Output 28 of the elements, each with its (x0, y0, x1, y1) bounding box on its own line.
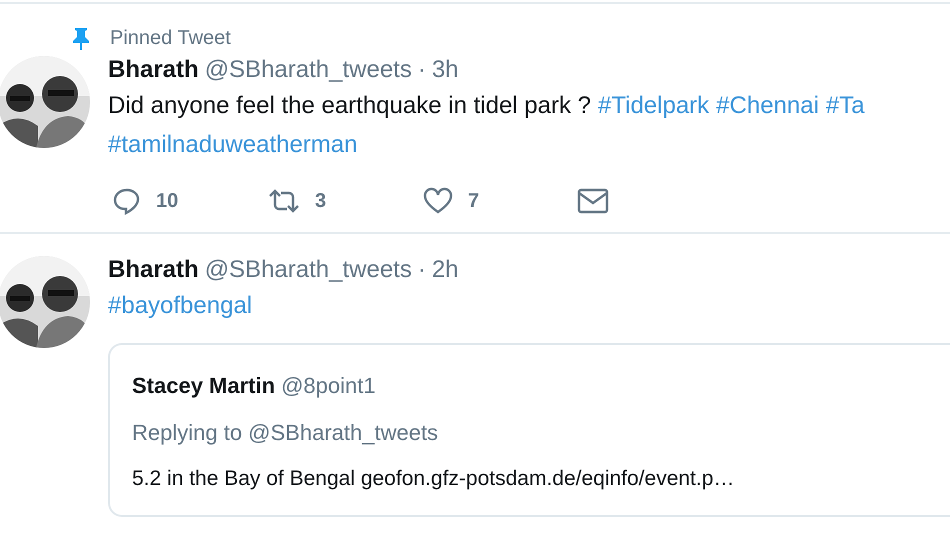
hashtag-link[interactable]: #Ta (826, 86, 865, 125)
retweet-icon[interactable] (267, 187, 301, 215)
author-name[interactable]: Bharath (108, 256, 199, 284)
heart-icon[interactable] (422, 187, 454, 215)
author-handle[interactable]: @SBharath_tweets (204, 256, 412, 284)
reply-count: 10 (156, 189, 178, 214)
author-name[interactable]: Bharath (108, 56, 199, 84)
reply-icon[interactable] (112, 187, 142, 215)
like-count: 7 (468, 189, 480, 214)
author-handle[interactable]: @8point1 (281, 369, 376, 402)
hashtag-link[interactable]: #tamilnaduweatherman (108, 125, 358, 164)
separator-dot: · (418, 56, 426, 84)
tweet-text: Did anyone feel the earthquake in tidel park ? (108, 91, 591, 121)
hashtag-link[interactable]: #Tidelpark (598, 86, 710, 125)
retweet-count: 3 (315, 189, 326, 214)
hashtag-link[interactable]: #bayofbengal (108, 286, 252, 325)
pinned-label: Pinned Tweet (110, 26, 231, 51)
tweet-time[interactable]: 3h (432, 56, 459, 84)
pin-icon (70, 26, 92, 50)
quoted-text: 5.2 in the Bay of Bengal geofon.gfz-potsdam.de/eqinfo/event.p… (132, 466, 736, 492)
quoted-tweet[interactable]: Stacey Martin @8point1 Replying to @SBharath_tweets 5.2 in the Bay of Bengal geofon.gfz-potsdam.de/eqinfo/event.p… (108, 343, 950, 516)
author-handle[interactable]: @SBharath_tweets (204, 56, 412, 84)
separator-dot: · (418, 256, 426, 284)
tweet-time[interactable]: 2h (432, 256, 459, 284)
mail-icon[interactable] (577, 188, 609, 214)
hashtag-link[interactable]: #Chennai (716, 86, 819, 125)
reply-context: Replying to @SBharath_tweets (132, 419, 440, 447)
author-name[interactable]: Stacey Martin (132, 369, 276, 402)
